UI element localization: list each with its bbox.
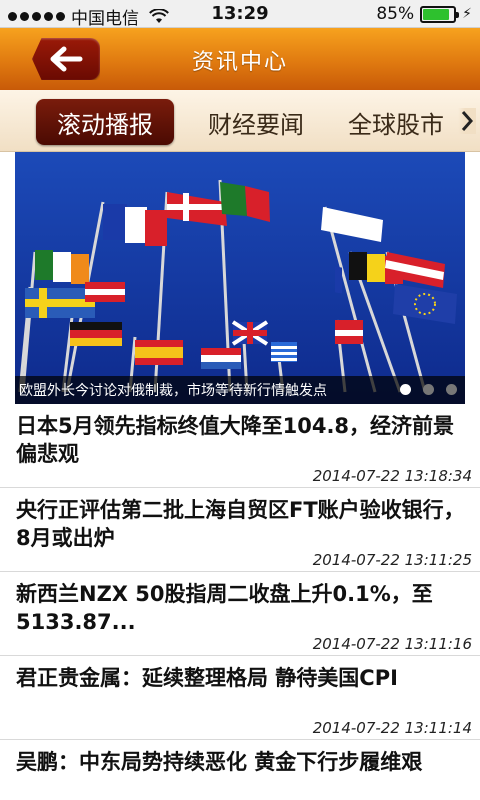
tab-financial-news[interactable]: 财经要闻 xyxy=(196,99,316,145)
battery-percent: 85% xyxy=(376,4,415,24)
pager-dot-2[interactable] xyxy=(423,384,434,395)
banner-image xyxy=(15,152,465,404)
battery-level xyxy=(423,8,449,20)
news-item[interactable]: 君正贵金属：延续整理格局 静待美国CPI 2014-07-22 13:11:14 xyxy=(0,656,480,740)
news-item[interactable]: 央行正评估第二批上海自贸区FT账户验收银行，8月或出炉 2014-07-22 1… xyxy=(0,488,480,572)
tab-bar: 滚动播报 财经要闻 全球股市 xyxy=(0,90,480,152)
news-timestamp: 2014-07-22 13:11:25 xyxy=(312,551,472,569)
banner-caption-bar: 欧盟外长今讨论对俄制裁，市场等待新行情触发点 xyxy=(15,376,465,404)
header-bar: 资讯中心 xyxy=(0,28,480,90)
news-list: 日本5月领先指标终值大降至104.8，经济前景偏悲观 2014-07-22 13… xyxy=(0,404,480,800)
news-title: 央行正评估第二批上海自贸区FT账户验收银行，8月或出炉 xyxy=(16,498,465,550)
pager-dot-3[interactable] xyxy=(446,384,457,395)
tab-global-markets[interactable]: 全球股市 xyxy=(348,99,456,145)
page-title: 资讯中心 xyxy=(191,50,288,75)
news-title: 吴鹏：中东局势持续恶化 黄金下行步履维艰 xyxy=(16,750,423,774)
news-title: 新西兰NZX 50股指周二收盘上升0.1%，至5133.87... xyxy=(16,582,433,634)
banner-carousel[interactable]: 欧盟外长今讨论对俄制裁，市场等待新行情触发点 xyxy=(15,152,465,404)
news-title: 君正贵金属：延续整理格局 静待美国CPI xyxy=(16,666,398,690)
tab-scrolling-news[interactable]: 滚动播报 xyxy=(36,99,174,145)
pager-dots xyxy=(400,384,457,395)
pager-dot-1[interactable] xyxy=(400,384,411,395)
banner-caption: 欧盟外长今讨论对俄制裁，市场等待新行情触发点 xyxy=(19,383,327,399)
news-item[interactable]: 吴鹏：中东局势持续恶化 黄金下行步履维艰 xyxy=(0,740,480,800)
news-title: 日本5月领先指标终值大降至104.8，经济前景偏悲观 xyxy=(16,414,455,466)
news-item[interactable]: 新西兰NZX 50股指周二收盘上升0.1%，至5133.87... 2014-0… xyxy=(0,572,480,656)
news-timestamp: 2014-07-22 13:11:16 xyxy=(312,635,472,653)
news-item[interactable]: 日本5月领先指标终值大降至104.8，经济前景偏悲观 2014-07-22 13… xyxy=(0,404,480,488)
chevron-right-icon[interactable] xyxy=(458,108,476,134)
news-timestamp: 2014-07-22 13:11:14 xyxy=(312,719,472,737)
charging-icon: ⚡ xyxy=(462,6,472,22)
battery-icon xyxy=(420,5,460,23)
status-right: 85% ⚡ xyxy=(376,4,472,24)
status-bar: 中国电信 13:29 85% ⚡ xyxy=(0,0,480,29)
news-timestamp: 2014-07-22 13:18:34 xyxy=(312,467,472,485)
